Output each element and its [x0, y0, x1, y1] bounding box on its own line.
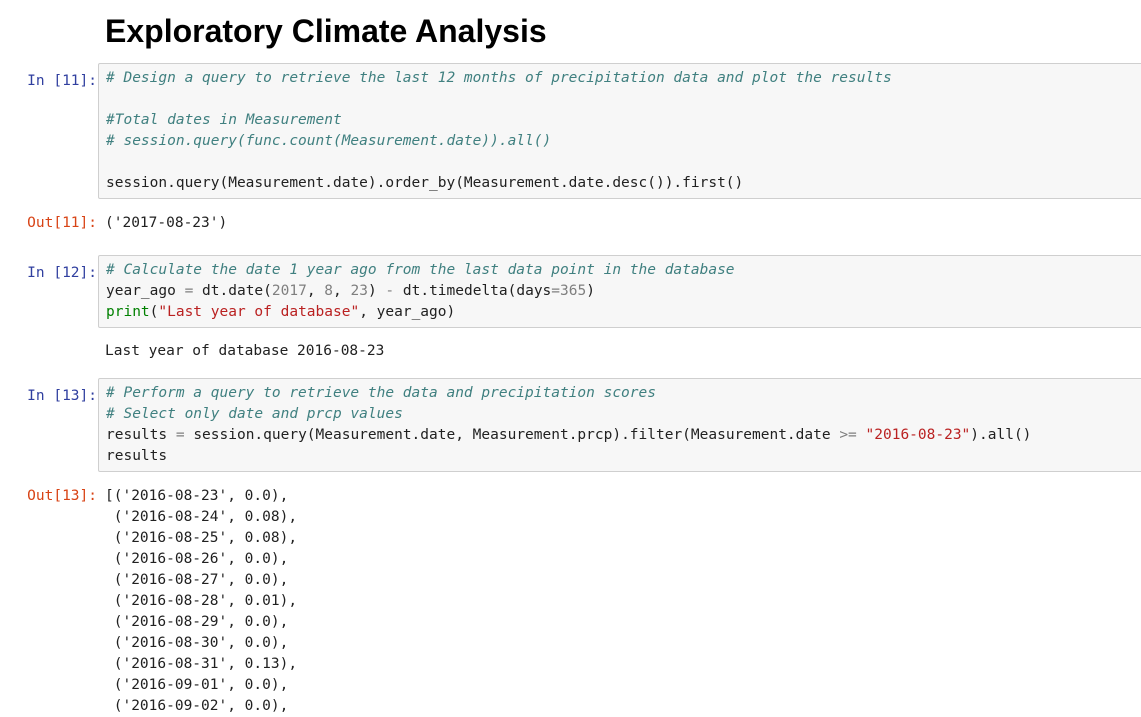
output-result-line: ('2016-08-27', 0.0),: [105, 572, 289, 588]
code-token: ).all(): [970, 427, 1032, 443]
code-line: print("Last year of database", year_ago): [106, 302, 1141, 323]
output-result-line: ('2016-09-02', 0.0),: [105, 698, 289, 714]
output-result-line: ('2016-09-01', 0.0),: [105, 677, 289, 693]
code-number: 23: [350, 283, 368, 299]
output-result-line: ('2016-08-30', 0.0),: [105, 635, 289, 651]
code-string: "Last year of database": [158, 304, 360, 320]
output-result-line: ('2016-08-24', 0.08),: [105, 509, 298, 525]
output-text: Last year of database 2016-08-23: [105, 343, 385, 359]
output-prompt-13: Out[13]:: [27, 488, 97, 504]
output-area-13: [('2016-08-23', 0.0), ('2016-08-24', 0.0…: [105, 486, 297, 717]
code-token: ): [586, 283, 595, 299]
output-text: ('2017-08-23'): [105, 215, 228, 231]
code-token: dt.timedelta(days: [394, 283, 552, 299]
code-token: ,: [333, 283, 351, 299]
code-operator: >=: [839, 427, 857, 443]
code-number: 8: [324, 283, 334, 299]
code-line: session.query(Measurement.date).order_by…: [106, 175, 744, 191]
output-area-12: Last year of database 2016-08-23: [105, 341, 384, 362]
output-prompt-11: Out[11]:: [27, 215, 97, 231]
code-number: 2017: [271, 283, 307, 299]
code-comment: # Design a query to retrieve the last 12…: [106, 70, 892, 86]
code-string: "2016-08-23": [865, 427, 971, 443]
code-comment: #Total dates in Measurement: [106, 112, 342, 128]
output-result-line: ('2016-08-28', 0.01),: [105, 593, 298, 609]
notebook-heading: Exploratory Climate Analysis: [105, 13, 547, 49]
code-operator: =: [175, 283, 203, 299]
input-prompt-12: In [12]:: [27, 265, 97, 281]
output-result-line: ('2016-08-31', 0.13),: [105, 656, 298, 672]
output-result-line: [('2016-08-23', 0.0),: [105, 488, 289, 504]
code-comment: # session.query(func.count(Measurement.d…: [106, 133, 552, 149]
output-result-line: ('2016-08-29', 0.0),: [105, 614, 289, 630]
code-comment: # Calculate the date 1 year ago from the…: [106, 262, 735, 278]
code-token: , year_ago): [359, 304, 456, 320]
code-token: ): [367, 283, 386, 299]
code-token: session.query(Measurement.date, Measurem…: [193, 427, 840, 443]
code-line: results: [106, 448, 168, 464]
code-line: year_ago = dt.date(2017, 8, 23) - dt.tim…: [106, 281, 1141, 302]
input-prompt-13: In [13]:: [27, 388, 97, 404]
code-comment: # Select only date and prcp values: [106, 406, 403, 422]
output-result-line: ('2016-08-25', 0.08),: [105, 530, 298, 546]
code-builtin: print: [106, 304, 150, 320]
code-token: results: [106, 427, 168, 443]
code-operator: =: [167, 427, 194, 443]
code-cell-12[interactable]: # Calculate the date 1 year ago from the…: [98, 255, 1141, 328]
code-operator: =: [551, 283, 561, 299]
output-result-line: ('2016-08-26', 0.0),: [105, 551, 289, 567]
code-number: 365: [560, 283, 587, 299]
input-prompt-11: In [11]:: [27, 73, 97, 89]
output-area-11: ('2017-08-23'): [105, 213, 227, 234]
code-token: dt.date(: [202, 283, 272, 299]
code-token: ,: [306, 283, 325, 299]
code-token: year_ago: [106, 283, 176, 299]
code-line: results = session.query(Measurement.date…: [106, 425, 1141, 446]
code-comment: # Perform a query to retrieve the data a…: [106, 385, 656, 401]
code-operator: -: [385, 283, 395, 299]
code-cell-11[interactable]: # Design a query to retrieve the last 12…: [98, 63, 1141, 199]
code-cell-13[interactable]: # Perform a query to retrieve the data a…: [98, 378, 1141, 472]
